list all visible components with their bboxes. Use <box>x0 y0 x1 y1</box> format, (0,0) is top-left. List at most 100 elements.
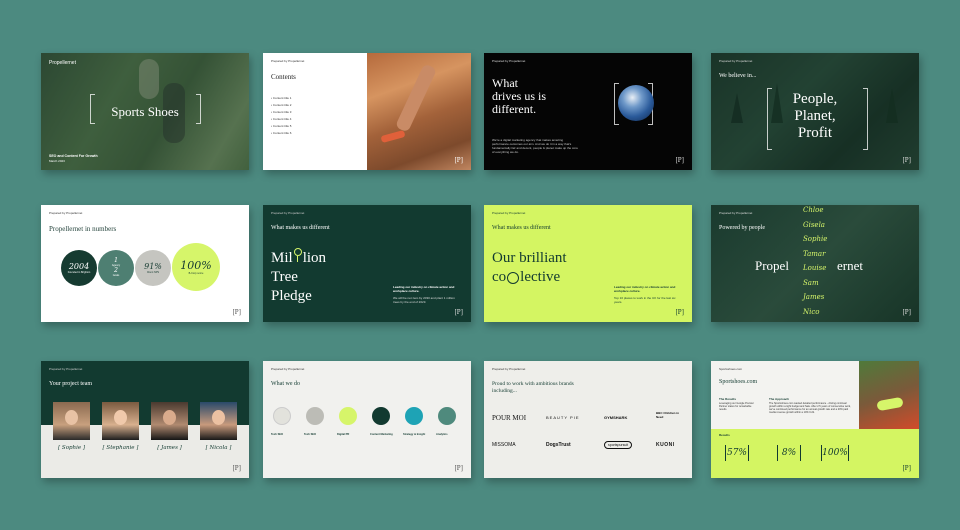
result-stat: 8% <box>777 445 801 461</box>
contents-item[interactable]: • Content title 6 <box>271 131 291 135</box>
approach-text: The Sportsshoes.com wanted detailed perf… <box>769 402 851 414</box>
slide-powered-by-people[interactable]: Prepared by Propellernet Powered by peop… <box>711 205 919 322</box>
contents-item[interactable]: • Content title 4 <box>271 117 291 121</box>
seo-icon <box>273 407 291 425</box>
slide-what-we-do[interactable]: Prepared by Propellernet What we do Tech… <box>263 361 471 478</box>
slide-contents[interactable]: Prepared by Propellernet Contents • Cont… <box>263 53 471 170</box>
slide-project-team[interactable]: Prepared by Propellernet Your project te… <box>41 361 249 478</box>
wordmark-left: Propel <box>755 258 789 273</box>
brand-logo: BEAUTY PIE <box>546 415 580 420</box>
logo-mark: [P] <box>902 156 911 164</box>
slide-title[interactable]: Propellernet Sports Shoes SEO and Conten… <box>41 53 249 170</box>
slide-collective[interactable]: Prepared by Propellernet What makes us d… <box>484 205 692 322</box>
service-label: Analytics <box>436 433 448 436</box>
brand-logo: MISSOMA <box>492 442 516 448</box>
runner-photo <box>367 53 471 170</box>
body-text: We're a digital marketing agency that ma… <box>492 138 578 154</box>
results-heading: The Results <box>719 397 737 401</box>
logo-mark: [P] <box>675 156 684 164</box>
slide-header: Prepared by Propellernet <box>49 211 83 215</box>
contents-item[interactable]: • Content title 2 <box>271 103 291 107</box>
contents-item[interactable]: • Content title 3 <box>271 110 291 114</box>
headline: What drives us is different. <box>492 76 546 116</box>
slide-numbers[interactable]: Prepared by Propellernet Propellernet in… <box>41 205 249 322</box>
result-stat: 57% <box>725 445 749 461</box>
brand-logo: DogsTrust <box>546 442 571 448</box>
tree-icon <box>293 248 303 262</box>
slide-header: Prepared by Propellernet <box>492 211 526 215</box>
team-name: Sophie <box>803 235 828 243</box>
intro-text: We believe in... <box>719 73 757 79</box>
team-name: Chloe <box>803 206 824 214</box>
contents-item[interactable]: • Content title 1 <box>271 96 291 100</box>
brand-logo: POUR MOI <box>492 414 527 422</box>
insight-icon <box>405 407 423 425</box>
wordmark-right: ernet <box>837 258 863 273</box>
shoe-shape <box>380 130 406 143</box>
brand-logo: sportspursuit <box>604 441 633 449</box>
team-name: Sam <box>803 278 819 287</box>
stat-founded: 2004 Founded in Brighton <box>61 250 97 286</box>
brands-title: Proud to work with ambitious brands incl… <box>492 381 574 394</box>
stat-nps: 91% Client NPS <box>135 250 171 286</box>
team-name: Nico <box>803 307 820 316</box>
logo-mark: [P] <box>232 308 241 316</box>
brand-logo: GYMSHARK <box>604 415 628 420</box>
slide-brands[interactable]: Prepared by Propellernet Proud to work w… <box>484 361 692 478</box>
logo-mark: [P] <box>902 464 911 472</box>
service-label: Tech SEO <box>271 433 284 436</box>
date: March 2023 <box>49 159 65 163</box>
people-icon <box>507 271 520 284</box>
brand-logo: BBC Children in Need <box>656 411 679 419</box>
team-name: Gisela <box>803 220 825 229</box>
slide-million-tree[interactable]: Prepared by Propellernet What makes us d… <box>263 205 471 322</box>
stat-agency: 1 Agency 2 Goals <box>98 250 134 286</box>
service-label: Digital PR <box>337 433 350 436</box>
slide-header: Prepared by Propellernet <box>492 59 526 63</box>
team-member-name: [ Sophie ] <box>58 445 85 451</box>
contents-item[interactable]: • Content title 5 <box>271 124 291 128</box>
slide-we-believe[interactable]: Prepared by Propellernet We believe in..… <box>711 53 919 170</box>
slide-header: Prepared by Propellernet <box>719 211 753 215</box>
contents-list: • Content title 1 • Content title 2 • Co… <box>271 96 291 138</box>
kicker: What makes us different <box>271 225 330 231</box>
team-photo <box>53 402 90 440</box>
slide-title-text: Sports Shoes <box>111 104 179 119</box>
results-label: Results <box>719 433 730 437</box>
earth-globe <box>618 85 654 121</box>
slide-header: Sportsshoes.com <box>719 367 743 371</box>
pledge-headline: Mil lion Tree Pledge <box>271 248 327 304</box>
service-label: Tech SEO <box>304 433 317 436</box>
logo-mark: [P] <box>232 464 241 472</box>
body-lead: Leading our industry on climate action a… <box>614 285 676 293</box>
results-text: Leveraging our Google Premier Partner st… <box>719 402 754 411</box>
slide-header: Prepared by Propellernet <box>719 59 753 63</box>
slide-header: Prepared by Propellernet <box>49 367 83 371</box>
content-icon <box>372 407 390 425</box>
numbers-title: Propellernet in numbers <box>49 225 117 233</box>
values-text: People, Planet, Profit <box>792 91 838 141</box>
slide-header: Prepared by Propellernet <box>492 367 526 371</box>
logo-mark: [P] <box>454 308 463 316</box>
team-photo <box>102 402 139 440</box>
subtitle: SEO and Content For Growth <box>49 154 98 158</box>
slide-header: Prepared by Propellernet <box>271 367 305 371</box>
body-lead: Leading our industry on climate action a… <box>393 285 455 293</box>
body-text: We will be net zero by 2030 and plant 1 … <box>393 296 455 304</box>
logo-mark: [P] <box>902 308 911 316</box>
brand-logo: KUONI <box>656 442 675 448</box>
kicker: What makes us different <box>492 225 551 231</box>
logo-mark: [P] <box>675 308 684 316</box>
team-photo <box>200 402 237 440</box>
slide-what-drives[interactable]: Prepared by Propellernet What drives us i… <box>484 53 692 170</box>
collective-headline: Our brilliant co lective <box>492 250 567 285</box>
slide-header: Prepared by Propellernet <box>271 59 305 63</box>
team-name: James <box>803 293 825 301</box>
contents-title: Contents <box>271 73 296 81</box>
body-text: Top 10 places to work in the UK for the … <box>614 296 676 304</box>
team-member-name: [ Stephanie ] <box>102 445 139 451</box>
service-label: Content Marketing <box>370 433 393 436</box>
slide-case-study[interactable]: Sportsshoes.com Sportshoes.com The Resul… <box>711 361 919 478</box>
result-stat: 100% <box>821 445 849 461</box>
slide-header: Prepared by Propellernet <box>271 211 305 215</box>
